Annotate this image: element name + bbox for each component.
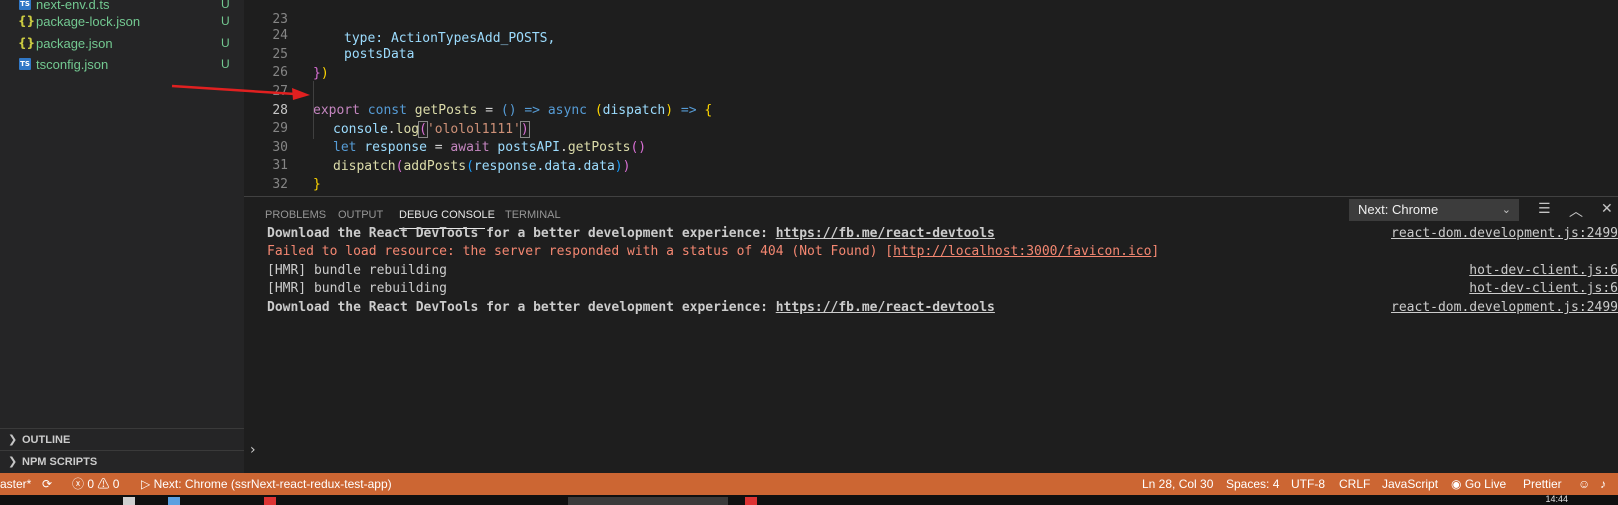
section-label: OUTLINE xyxy=(22,433,71,446)
go-live-label: Go Live xyxy=(1464,477,1507,491)
warning-icon: ⚠ xyxy=(97,477,110,491)
chevron-right-icon: ❯ xyxy=(8,455,18,468)
taskbar-app-icon[interactable] xyxy=(264,497,276,505)
git-status-badge: U xyxy=(221,36,230,50)
log-link[interactable]: http://localhost:3000/favicon.ico xyxy=(893,244,1151,259)
language-mode[interactable]: JavaScript xyxy=(1382,473,1438,495)
code-line: 28 console.log('ololol1111') xyxy=(244,82,1618,138)
taskbar-app-icon[interactable] xyxy=(123,497,135,505)
code-line: 26 xyxy=(244,44,1618,80)
json-icon: {} xyxy=(18,14,36,28)
code-line: 24 postsData xyxy=(244,7,1618,62)
chevron-down-icon: ⌄ xyxy=(1501,204,1511,216)
console-log-line: [HMR] bundle rebuilding xyxy=(267,261,447,280)
tab-output[interactable]: OUTPUT xyxy=(338,209,383,221)
file-name: package.json xyxy=(36,35,113,51)
taskbar-clock: 14:44 xyxy=(1545,494,1568,504)
file-name: package-lock.json xyxy=(36,13,141,29)
debug-target-select[interactable]: Next: Chrome ⌄ xyxy=(1349,199,1519,221)
tab-problems[interactable]: PROBLEMS xyxy=(265,209,326,221)
file-name: tsconfig.json xyxy=(36,56,109,72)
console-input-prompt[interactable]: › xyxy=(244,442,256,458)
status-bar: aster* ⟳ ⓧ 0 ⚠ 0 ▷ Next: Chrome (ssrNext… xyxy=(0,473,1618,495)
code-line: 31 } xyxy=(244,137,1618,192)
npm-scripts-section[interactable]: ❯ NPM SCRIPTS xyxy=(0,450,244,472)
section-label: NPM SCRIPTS xyxy=(22,455,98,468)
debug-launch-item[interactable]: ▷ Next: Chrome (ssrNext-react-redux-test… xyxy=(141,473,392,495)
explorer-sidebar: TS next-env.d.ts U {} package-lock.json … xyxy=(0,0,244,473)
log-source-link[interactable]: react-dom.development.js:2499 xyxy=(1391,298,1618,317)
git-branch[interactable]: aster* xyxy=(0,473,31,495)
console-error-line: Failed to load resource: the server resp… xyxy=(267,242,1159,261)
log-text: ] xyxy=(1151,244,1160,259)
encoding[interactable]: UTF-8 xyxy=(1291,473,1325,495)
console-log-line: Download the React DevTools for a better… xyxy=(267,224,995,243)
error-count: 0 xyxy=(87,477,95,491)
json-icon: {} xyxy=(18,36,36,50)
go-live-button[interactable]: ◉ Go Live xyxy=(1451,473,1506,495)
console-log-line: Download the React DevTools for a better… xyxy=(267,298,995,317)
code-line: 29 let response = await postsAPI.getPost… xyxy=(244,100,1618,155)
log-source-link[interactable]: hot-dev-client.js:6 xyxy=(1469,261,1618,280)
code-line: 27 export const getPosts = () => async (… xyxy=(244,63,1618,118)
chevron-up-icon[interactable]: ︿ xyxy=(1569,201,1583,221)
indentation[interactable]: Spaces: 4 xyxy=(1226,473,1279,495)
file-item-package-lock[interactable]: {} package-lock.json U xyxy=(0,10,244,32)
log-text: [HMR] bundle rebuilding xyxy=(267,281,448,296)
cursor-position[interactable]: Ln 28, Col 30 xyxy=(1142,473,1213,495)
taskbar-app-icon[interactable] xyxy=(168,497,180,505)
warning-count: 0 xyxy=(112,477,120,491)
prettier-status[interactable]: Prettier xyxy=(1523,473,1562,495)
taskbar-active-app[interactable] xyxy=(568,497,728,505)
clear-console-icon[interactable]: ☰ xyxy=(1538,201,1551,217)
code-line: 30 dispatch(addPosts(response.data.data)… xyxy=(244,119,1618,174)
chevron-right-icon: ❯ xyxy=(8,433,18,446)
git-status-badge: U xyxy=(221,57,230,71)
log-link[interactable]: https://fb.me/react-devtools xyxy=(776,226,995,241)
error-icon: ⓧ xyxy=(72,477,85,491)
bottom-panel: PROBLEMS OUTPUT DEBUG CONSOLE TERMINAL N… xyxy=(244,196,1618,473)
typescript-icon: TS xyxy=(19,58,31,70)
code-line: 32 xyxy=(244,156,1618,192)
log-text: Download the React DevTools for a better… xyxy=(267,226,776,241)
console-log-line: [HMR] bundle rebuilding xyxy=(267,279,447,298)
log-source-link[interactable]: react-dom.development.js:2499 xyxy=(1391,224,1618,243)
file-item-package-json[interactable]: {} package.json U xyxy=(0,32,244,54)
annotation-arrow xyxy=(171,84,310,100)
typescript-icon: TS xyxy=(19,0,31,10)
debug-label: Next: Chrome (ssrNext-react-redux-test-a… xyxy=(153,477,392,491)
code-line: 33 xyxy=(244,174,1618,210)
outline-section[interactable]: ❯ OUTLINE xyxy=(0,428,244,450)
bell-icon[interactable]: ♪ xyxy=(1600,473,1606,495)
prettier-label: Prettier xyxy=(1523,477,1562,491)
problems-indicator[interactable]: ⓧ 0 ⚠ 0 xyxy=(72,473,119,495)
code-line: 25 }) xyxy=(244,26,1618,81)
feedback-icon[interactable]: ☺ xyxy=(1578,473,1590,495)
taskbar-app-icon[interactable] xyxy=(745,497,757,505)
end-of-line[interactable]: CRLF xyxy=(1339,473,1370,495)
broadcast-icon: ◉ xyxy=(1451,477,1462,491)
debug-target-value: Next: Chrome xyxy=(1358,202,1439,217)
os-taskbar: 14:44 xyxy=(0,494,1618,505)
file-item-tsconfig[interactable]: TS tsconfig.json U xyxy=(0,53,244,75)
code-editor[interactable]: 23 type: ActionTypesAdd_POSTS, 24 postsD… xyxy=(244,0,1618,210)
play-icon: ▷ xyxy=(141,477,151,491)
log-source-link[interactable]: hot-dev-client.js:6 xyxy=(1469,279,1618,298)
sync-icon[interactable]: ⟳ xyxy=(42,473,52,495)
log-text: Download the React DevTools for a better… xyxy=(267,300,776,315)
log-link[interactable]: https://fb.me/react-devtools xyxy=(776,300,995,315)
tab-terminal[interactable]: TERMINAL xyxy=(505,209,561,221)
log-text: [HMR] bundle rebuilding xyxy=(267,263,448,278)
log-text: Failed to load resource: the server resp… xyxy=(267,244,894,259)
tab-debug-console[interactable]: DEBUG CONSOLE xyxy=(399,209,495,221)
close-icon[interactable]: ✕ xyxy=(1601,201,1613,217)
git-status-badge: U xyxy=(221,14,230,28)
